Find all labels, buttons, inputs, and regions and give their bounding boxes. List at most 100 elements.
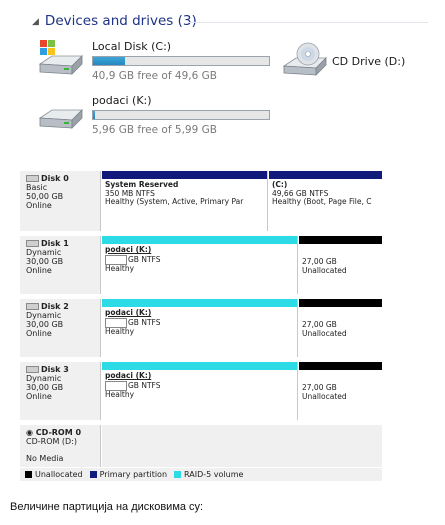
partition-format: GB NTFS (128, 380, 161, 390)
drive-usage-bar (92, 56, 270, 66)
partition-system-reserved[interactable]: System Reserved 350 MB NTFS Healthy (Sys… (102, 171, 268, 231)
size-field[interactable] (105, 380, 127, 391)
disk-status: Online (26, 329, 52, 338)
drive-name: podaci (K:) (92, 94, 152, 107)
partition-unallocated[interactable]: 27,00 GB Unallocated (299, 236, 382, 294)
legend-item-raid5: RAID-5 volume (174, 470, 243, 479)
disk-management-panel: Disk 0 Basic 50,00 GB Online System Rese… (20, 171, 382, 481)
partition-format: GB NTFS (128, 254, 161, 264)
partition-podaci-k[interactable]: podaci (K:) GB NTFS Healthy (102, 299, 298, 357)
legend-item-primary: Primary partition (89, 470, 168, 479)
devices-and-drives-panel: ◢ Devices and drives (3) Local Disk (C:)… (0, 0, 445, 150)
partition-status: Unallocated (302, 265, 347, 275)
drive-usage-fill (93, 57, 125, 65)
disk-name: Disk 3 (41, 365, 69, 374)
disk-icon (26, 303, 39, 310)
legend-label: Unallocated (35, 470, 83, 479)
drive-local-disk-c[interactable]: Local Disk (C:) 40,9 GB free of 49,6 GB (38, 40, 278, 84)
partition-format: GB NTFS (128, 317, 161, 327)
disk-size: 50,00 GB (26, 192, 64, 201)
partition-stripe-unallocated (299, 362, 382, 370)
legend-label: Primary partition (99, 470, 168, 479)
disk-row-disk1[interactable]: Disk 1 Dynamic 30,00 GB Online podaci (K… (20, 236, 382, 294)
disk-name: Disk 2 (41, 302, 69, 311)
disk-type: Dynamic (26, 311, 62, 320)
disk-name: CD-ROM 0 (35, 428, 82, 437)
partition-stripe-unallocated (299, 299, 382, 307)
partition-status: Healthy (105, 389, 135, 399)
partition-podaci-k[interactable]: podaci (K:) GB NTFS Healthy (102, 362, 298, 420)
disk-icon (26, 175, 39, 182)
partition-status: Healthy (105, 326, 135, 336)
partition-status: Healthy (105, 263, 135, 273)
disk-status: No Media (26, 454, 64, 463)
disk-size: 30,00 GB (26, 257, 64, 266)
disk-row-disk0[interactable]: Disk 0 Basic 50,00 GB Online System Rese… (20, 171, 382, 231)
disk-icon (26, 366, 39, 373)
partition-stripe-raid5 (102, 362, 297, 370)
disk-type: Dynamic (26, 374, 62, 383)
disk-name: Disk 0 (41, 174, 69, 183)
disk-name: Disk 1 (41, 239, 69, 248)
drive-usage-fill (93, 111, 95, 119)
cd-drive-icon (282, 42, 327, 76)
drive-name: Local Disk (C:) (92, 40, 172, 53)
partition-status: Healthy (Boot, Page File, C (272, 197, 372, 206)
partition-stripe-primary (269, 171, 382, 179)
group-title: Devices and drives (3) (44, 13, 197, 29)
drive-free-space: 5,96 GB free of 5,99 GB (92, 124, 217, 136)
disk-size: 30,00 GB (26, 383, 64, 392)
disk-status: Online (26, 392, 52, 401)
drive-cd-d[interactable]: CD Drive (D:) (282, 40, 432, 84)
partition-c[interactable]: (C:) 49,66 GB NTFS Healthy (Boot, Page F… (269, 171, 382, 231)
disk-row-disk2[interactable]: Disk 2 Dynamic 30,00 GB Online podaci (K… (20, 299, 382, 357)
disk-type: Basic (26, 183, 48, 192)
size-field[interactable] (105, 317, 127, 328)
partition-status: Healthy (System, Active, Primary Par (105, 197, 244, 206)
disk-icon (26, 240, 39, 247)
drive-free-space: 40,9 GB free of 49,6 GB (92, 70, 217, 82)
partition-name: podaci (K:) (105, 245, 152, 254)
cd-icon: ◉ (26, 428, 33, 437)
drive-podaci-k[interactable]: podaci (K:) 5,96 GB free of 5,99 GB (38, 94, 278, 138)
partition-stripe-unallocated (299, 236, 382, 244)
partition-stripe-raid5 (102, 236, 297, 244)
partition-status: Unallocated (302, 328, 347, 338)
disk-status: Online (26, 266, 52, 275)
collapse-arrow-icon[interactable]: ◢ (32, 16, 39, 27)
group-header[interactable]: ◢ Devices and drives (3) (32, 13, 197, 29)
disk-size: 30,00 GB (26, 320, 64, 329)
partition-status: Unallocated (302, 391, 347, 401)
question-caption: Величине партиција на дисковима су: (10, 501, 204, 513)
disk-info: Disk 3 Dynamic 30,00 GB Online (20, 362, 101, 420)
disk-info: ◉ CD-ROM 0 CD-ROM (D:) No Media (20, 425, 101, 467)
partition-unallocated[interactable]: 27,00 GB Unallocated (299, 362, 382, 420)
partition-unallocated[interactable]: 27,00 GB Unallocated (299, 299, 382, 357)
partition-stripe-raid5 (102, 299, 297, 307)
legend-item-unallocated: Unallocated (25, 470, 83, 479)
partition-podaci-k[interactable]: podaci (K:) GB NTFS Healthy (102, 236, 298, 294)
partition-name: podaci (K:) (105, 371, 152, 380)
hard-drive-windows-icon (38, 40, 83, 75)
disk-info: Disk 0 Basic 50,00 GB Online (20, 171, 101, 231)
drive-name: CD Drive (D:) (332, 55, 406, 68)
partition-stripe-primary (102, 171, 267, 179)
disk-type: Dynamic (26, 248, 62, 257)
disk-row-disk3[interactable]: Disk 3 Dynamic 30,00 GB Online podaci (K… (20, 362, 382, 420)
disk-info: Disk 2 Dynamic 30,00 GB Online (20, 299, 101, 357)
legend-swatch (89, 471, 97, 478)
disk-type: CD-ROM (D:) (26, 437, 78, 446)
drive-usage-bar (92, 110, 270, 120)
disk-row-cdrom0[interactable]: ◉ CD-ROM 0 CD-ROM (D:) No Media (20, 425, 382, 467)
cdrom-empty-area (102, 425, 382, 467)
legend-label: RAID-5 volume (184, 470, 244, 479)
legend-swatch (174, 471, 182, 478)
size-field[interactable] (105, 254, 127, 265)
group-divider (188, 22, 428, 23)
hard-drive-icon (38, 109, 83, 129)
legend: Unallocated Primary partition RAID-5 vol… (20, 468, 382, 481)
partition-name: podaci (K:) (105, 308, 152, 317)
disk-status: Online (26, 201, 52, 210)
legend-swatch (25, 471, 32, 478)
disk-info: Disk 1 Dynamic 30,00 GB Online (20, 236, 101, 294)
